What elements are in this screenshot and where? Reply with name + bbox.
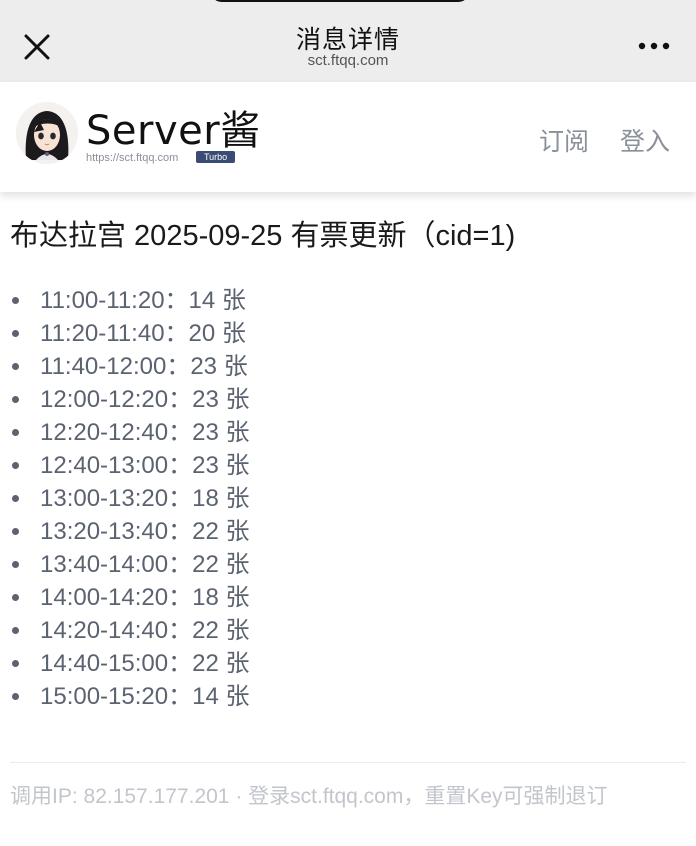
list-item: 12:00-12:20：23 张 (0, 383, 249, 416)
slot-text: 11:40-12:00：23 张 (40, 353, 248, 380)
list-item: 11:00-11:20：14 张 (0, 284, 249, 317)
slot-text: 13:20-13:40：22 张 (40, 518, 250, 545)
slot-text: 11:20-11:40：20 张 (40, 320, 246, 347)
slot-text: 15:00-15:20：14 张 (40, 683, 250, 710)
bullet (12, 330, 19, 337)
list-item: 12:20-12:40：23 张 (0, 416, 249, 449)
avatar-image (16, 102, 78, 164)
list-item: 13:00-13:20：18 张 (0, 482, 249, 515)
page-domain: sct.ftqq.com (307, 52, 389, 69)
bullet (12, 627, 19, 634)
slot-text: 11:00-11:20：14 张 (40, 287, 246, 314)
top-navigation-bar: 消息详情 sct.ftqq.com (0, 0, 696, 82)
brand-url: https://sct.ftqq.com (86, 152, 179, 164)
bullet (12, 429, 19, 436)
bullet (12, 396, 19, 403)
message-title: 布达拉宫 2025-09-25 有票更新（cid=1) (10, 220, 516, 252)
footer-divider (10, 762, 686, 763)
bullet (12, 495, 19, 502)
bullet (12, 363, 19, 370)
slot-text: 14:40-15:00：22 张 (40, 650, 250, 677)
list-item: 13:40-14:00：22 张 (0, 548, 249, 581)
more-button[interactable] (632, 32, 678, 60)
ticket-slot-list: 11:00-11:20：14 张 11:20-11:40：20 张 11:40-… (0, 284, 249, 713)
list-item: 14:20-14:40：22 张 (0, 614, 249, 647)
site-header: Server酱 https://sct.ftqq.com Turbo 订阅 登入 (0, 82, 696, 192)
slot-text: 13:00-13:20：18 张 (40, 485, 250, 512)
slot-text: 13:40-14:00：22 张 (40, 551, 250, 578)
bullet (12, 561, 19, 568)
subscribe-link[interactable]: 订阅 (539, 122, 589, 158)
login-link[interactable]: 登入 (620, 122, 670, 158)
list-item: 15:00-15:20：14 张 (0, 680, 249, 713)
page-title: 消息详情 (295, 26, 400, 54)
bullet (12, 693, 19, 700)
bullet (12, 297, 19, 304)
turbo-badge: Turbo (196, 151, 236, 163)
list-item: 11:40-12:00：23 张 (0, 350, 249, 383)
list-item: 12:40-13:00：23 张 (0, 449, 249, 482)
brand-name[interactable]: Server酱 (86, 98, 261, 156)
slot-text: 12:20-12:40：23 张 (40, 419, 250, 446)
more-icon (638, 42, 670, 50)
list-item: 11:20-11:40：20 张 (0, 317, 249, 350)
bullet (12, 660, 19, 667)
footer-note: 调用IP: 82.157.177.201 · 登录sct.ftqq.com，重置… (10, 785, 608, 808)
bullet (12, 594, 19, 601)
device-notch (210, 0, 470, 2)
list-item: 14:00-14:20：18 张 (0, 581, 249, 614)
avatar (16, 102, 78, 164)
bullet (12, 528, 19, 535)
list-item: 13:20-13:40：22 张 (0, 515, 249, 548)
list-item: 14:40-15:00：22 张 (0, 647, 249, 680)
slot-text: 14:00-14:20：18 张 (40, 584, 250, 611)
bullet (12, 462, 19, 469)
slot-text: 12:00-12:20：23 张 (40, 386, 250, 413)
slot-text: 14:20-14:40：22 张 (40, 617, 250, 644)
slot-text: 12:40-13:00：23 张 (40, 452, 250, 479)
